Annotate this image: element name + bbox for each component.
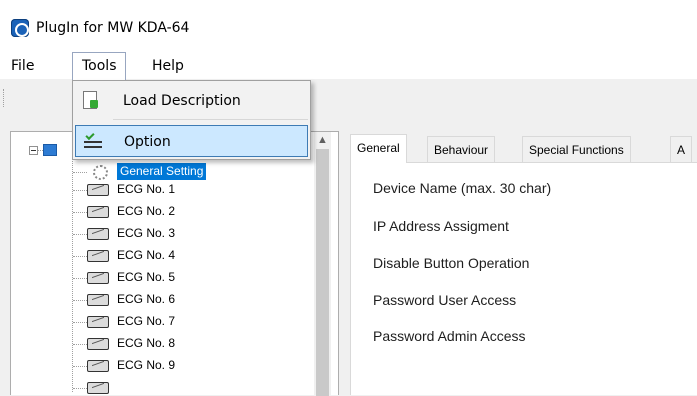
tree-item-ecg-3[interactable]: ECG No. 3: [117, 225, 175, 242]
tree-connector: [73, 322, 87, 323]
tab-general[interactable]: General: [350, 134, 407, 163]
window-title: PlugIn for MW KDA-64: [36, 20, 190, 36]
menu-separator: [113, 119, 308, 120]
ecg-icon: [87, 316, 109, 328]
tree-connector: [73, 388, 87, 389]
ecg-icon: [87, 382, 109, 394]
tree-item-general-setting[interactable]: General Setting: [115, 162, 208, 181]
tree-connector: [73, 234, 87, 235]
tree-item-ecg-6[interactable]: ECG No. 6: [117, 291, 175, 308]
device-icon: [43, 144, 57, 156]
menu-tools[interactable]: Tools: [72, 52, 126, 81]
device-name-label: Device Name (max. 30 char): [373, 180, 552, 196]
ip-address-label: IP Address Assigment: [373, 218, 509, 234]
title-bar: PlugIn for MW KDA-64: [0, 0, 697, 52]
tree-connector: [73, 300, 87, 301]
device-tree: General Setting ECG No. 1 ECG No. 2 ECG …: [10, 131, 339, 396]
menu-item-load-description[interactable]: Load Description: [75, 85, 308, 117]
tree-item-ecg-4[interactable]: ECG No. 4: [117, 247, 175, 264]
settings-tabs: General Behaviour Special Functions A: [350, 134, 697, 163]
tree-connector: [72, 152, 73, 392]
tree-item-ecg-1[interactable]: ECG No. 1: [117, 181, 175, 198]
tree-item-ecg-5[interactable]: ECG No. 5: [117, 269, 175, 286]
menu-item-option[interactable]: Option: [75, 125, 308, 157]
tree-scrollbar[interactable]: ▲: [314, 132, 331, 396]
option-label: Option: [124, 134, 171, 150]
ecg-icon: [87, 228, 109, 240]
document-load-icon: [83, 91, 98, 109]
tree-connector: [73, 172, 87, 173]
tree-item-ecg-7[interactable]: ECG No. 7: [117, 313, 175, 330]
tree-item-ecg-2[interactable]: ECG No. 2: [117, 203, 175, 220]
ecg-icon: [87, 294, 109, 306]
toolbar-grip[interactable]: [3, 89, 5, 107]
collapse-icon[interactable]: [29, 146, 38, 155]
tree-connector: [73, 366, 87, 367]
ecg-icon: [87, 184, 109, 196]
general-panel: Device Name (max. 30 char) IP Address As…: [350, 162, 697, 395]
ecg-icon: [87, 250, 109, 262]
gear-icon: [93, 165, 108, 180]
menu-help[interactable]: Help: [152, 57, 184, 75]
tree-connector: [73, 190, 87, 191]
tab-behaviour[interactable]: Behaviour: [427, 136, 496, 162]
menu-bar: File Tools Help: [0, 52, 697, 81]
menu-file[interactable]: File: [11, 57, 34, 75]
ecg-icon: [87, 272, 109, 284]
option-list-icon: [84, 130, 102, 149]
load-description-label: Load Description: [123, 93, 241, 109]
ecg-icon: [87, 206, 109, 218]
tree-item-ecg-9[interactable]: ECG No. 9: [117, 357, 175, 374]
ecg-icon: [87, 360, 109, 372]
password-admin-label: Password Admin Access: [373, 328, 526, 344]
ecg-icon: [87, 338, 109, 350]
tree-item-ecg-8[interactable]: ECG No. 8: [117, 335, 175, 352]
tab-more[interactable]: A: [670, 136, 693, 162]
app-icon: [11, 19, 29, 37]
password-user-label: Password User Access: [373, 292, 517, 308]
tree-connector: [73, 256, 87, 257]
tab-special-functions[interactable]: Special Functions: [522, 136, 631, 162]
disable-button-label: Disable Button Operation: [373, 255, 530, 271]
scroll-thumb[interactable]: [316, 149, 329, 396]
tree-connector: [73, 212, 87, 213]
scroll-up-icon[interactable]: ▲: [314, 132, 331, 149]
tree-connector: [73, 278, 87, 279]
tree-connector: [73, 344, 87, 345]
tools-dropdown: Load Description Option: [72, 80, 311, 160]
